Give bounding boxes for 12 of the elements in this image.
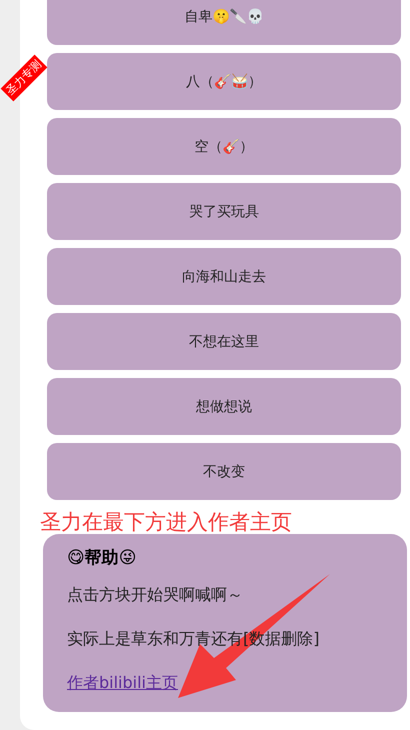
annotation-text: 圣力在最下方进入作者主页 bbox=[40, 509, 293, 536]
song-button[interactable]: 空（🎸） bbox=[47, 118, 401, 175]
song-button[interactable]: 不想在这里 bbox=[47, 313, 401, 370]
author-link[interactable]: 作者bilibili主页 bbox=[67, 673, 178, 694]
song-button[interactable]: 不改变 bbox=[47, 443, 401, 500]
song-button[interactable]: 八（🎸🥁） bbox=[47, 53, 401, 110]
song-button[interactable]: 向海和山走去 bbox=[47, 248, 401, 305]
help-title: 😋帮助😜 bbox=[67, 547, 138, 569]
help-text: 点击方块开始哭啊喊啊～ bbox=[67, 585, 244, 606]
song-button[interactable]: 自卑🤫🔪💀 bbox=[47, 0, 401, 45]
song-button[interactable]: 哭了买玩具 bbox=[47, 183, 401, 240]
song-button[interactable]: 想做想说 bbox=[47, 378, 401, 435]
